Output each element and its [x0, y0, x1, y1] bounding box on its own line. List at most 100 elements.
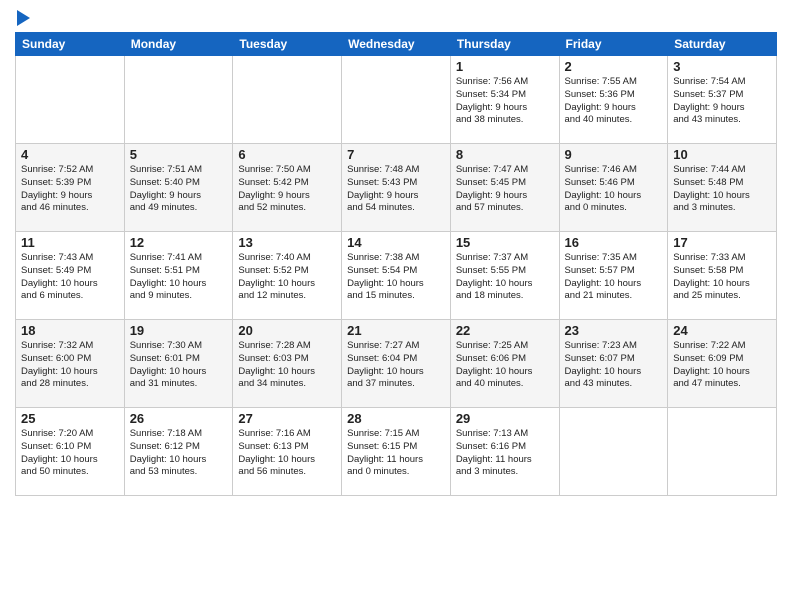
calendar-cell: 20 Sunrise: 7:28 AM Sunset: 6:03 PM Dayli… [233, 320, 342, 408]
cell-date: 19 [130, 323, 228, 338]
cell-date: 6 [238, 147, 336, 162]
calendar-cell [342, 56, 451, 144]
cell-info: Sunrise: 7:44 AM Sunset: 5:48 PM Dayligh… [673, 164, 771, 215]
calendar-cell: 16 Sunrise: 7:35 AM Sunset: 5:57 PM Dayli… [559, 232, 668, 320]
cell-info: Sunrise: 7:35 AM Sunset: 5:57 PM Dayligh… [565, 252, 663, 303]
cell-info: Sunrise: 7:37 AM Sunset: 5:55 PM Dayligh… [456, 252, 554, 303]
calendar-cell: 22Sunrise: 7:25 AM Sunset: 6:06 PM Dayli… [450, 320, 559, 408]
cell-info: Sunrise: 7:33 AM Sunset: 5:58 PM Dayligh… [673, 252, 771, 303]
cell-date: 27 [238, 411, 336, 426]
day-header-saturday: Saturday [668, 33, 777, 56]
cell-date: 7 [347, 147, 445, 162]
cell-date: 9 [565, 147, 663, 162]
calendar-cell: 27 Sunrise: 7:16 AM Sunset: 6:13 PM Dayli… [233, 408, 342, 496]
cell-info: Sunrise: 7:46 AM Sunset: 5:46 PM Dayligh… [565, 164, 663, 215]
cell-info: Sunrise: 7:23 AM Sunset: 6:07 PM Dayligh… [565, 340, 663, 391]
day-header-sunday: Sunday [16, 33, 125, 56]
cell-info: Sunrise: 7:32 AM Sunset: 6:00 PM Dayligh… [21, 340, 119, 391]
calendar-cell: 3 Sunrise: 7:54 AM Sunset: 5:37 PM Daylig… [668, 56, 777, 144]
cell-info: Sunrise: 7:22 AM Sunset: 6:09 PM Dayligh… [673, 340, 771, 391]
day-header-tuesday: Tuesday [233, 33, 342, 56]
cell-date: 15 [456, 235, 554, 250]
calendar-cell: 1 Sunrise: 7:56 AM Sunset: 5:34 PM Daylig… [450, 56, 559, 144]
cell-info: Sunrise: 7:16 AM Sunset: 6:13 PM Dayligh… [238, 428, 336, 479]
cell-date: 11 [21, 235, 119, 250]
cell-info: Sunrise: 7:13 AM Sunset: 6:16 PM Dayligh… [456, 428, 554, 479]
cell-date: 1 [456, 59, 554, 74]
cell-info: Sunrise: 7:28 AM Sunset: 6:03 PM Dayligh… [238, 340, 336, 391]
cell-date: 12 [130, 235, 228, 250]
calendar-cell [559, 408, 668, 496]
week-row-4: 25 Sunrise: 7:20 AM Sunset: 6:10 PM Dayli… [16, 408, 777, 496]
cell-info: Sunrise: 7:56 AM Sunset: 5:34 PM Dayligh… [456, 76, 554, 127]
calendar-cell: 12 Sunrise: 7:41 AM Sunset: 5:51 PM Dayli… [124, 232, 233, 320]
calendar-table: SundayMondayTuesdayWednesdayThursdayFrid… [15, 32, 777, 496]
calendar-cell: 17 Sunrise: 7:33 AM Sunset: 5:58 PM Dayli… [668, 232, 777, 320]
calendar-cell: 25 Sunrise: 7:20 AM Sunset: 6:10 PM Dayli… [16, 408, 125, 496]
cell-info: Sunrise: 7:50 AM Sunset: 5:42 PM Dayligh… [238, 164, 336, 215]
cell-info: Sunrise: 7:54 AM Sunset: 5:37 PM Dayligh… [673, 76, 771, 127]
cell-info: Sunrise: 7:18 AM Sunset: 6:12 PM Dayligh… [130, 428, 228, 479]
calendar-cell: 15 Sunrise: 7:37 AM Sunset: 5:55 PM Dayli… [450, 232, 559, 320]
calendar-cell: 24 Sunrise: 7:22 AM Sunset: 6:09 PM Dayli… [668, 320, 777, 408]
calendar-cell: 4 Sunrise: 7:52 AM Sunset: 5:39 PM Daylig… [16, 144, 125, 232]
logo-icon [17, 10, 30, 26]
cell-date: 23 [565, 323, 663, 338]
cell-date: 5 [130, 147, 228, 162]
cell-info: Sunrise: 7:15 AM Sunset: 6:15 PM Dayligh… [347, 428, 445, 479]
cell-info: Sunrise: 7:40 AM Sunset: 5:52 PM Dayligh… [238, 252, 336, 303]
cell-info: Sunrise: 7:38 AM Sunset: 5:54 PM Dayligh… [347, 252, 445, 303]
calendar-cell: 21Sunrise: 7:27 AM Sunset: 6:04 PM Dayli… [342, 320, 451, 408]
calendar-cell: 11 Sunrise: 7:43 AM Sunset: 5:49 PM Dayli… [16, 232, 125, 320]
cell-date: 13 [238, 235, 336, 250]
calendar-cell [233, 56, 342, 144]
cell-info: Sunrise: 7:30 AM Sunset: 6:01 PM Dayligh… [130, 340, 228, 391]
calendar-cell [16, 56, 125, 144]
day-header-wednesday: Wednesday [342, 33, 451, 56]
calendar-cell: 10 Sunrise: 7:44 AM Sunset: 5:48 PM Dayli… [668, 144, 777, 232]
cell-date: 24 [673, 323, 771, 338]
cell-info: Sunrise: 7:41 AM Sunset: 5:51 PM Dayligh… [130, 252, 228, 303]
cell-date: 28 [347, 411, 445, 426]
week-row-1: 4 Sunrise: 7:52 AM Sunset: 5:39 PM Daylig… [16, 144, 777, 232]
calendar-cell: 23 Sunrise: 7:23 AM Sunset: 6:07 PM Dayli… [559, 320, 668, 408]
calendar-cell: 2 Sunrise: 7:55 AM Sunset: 5:36 PM Daylig… [559, 56, 668, 144]
cell-date: 22 [456, 323, 554, 338]
calendar-cell: 9 Sunrise: 7:46 AM Sunset: 5:46 PM Daylig… [559, 144, 668, 232]
cell-date: 4 [21, 147, 119, 162]
cell-date: 3 [673, 59, 771, 74]
cell-info: Sunrise: 7:47 AM Sunset: 5:45 PM Dayligh… [456, 164, 554, 215]
cell-date: 8 [456, 147, 554, 162]
calendar-cell [668, 408, 777, 496]
cell-date: 16 [565, 235, 663, 250]
calendar-cell: 26 Sunrise: 7:18 AM Sunset: 6:12 PM Dayli… [124, 408, 233, 496]
calendar-cell: 14Sunrise: 7:38 AM Sunset: 5:54 PM Dayli… [342, 232, 451, 320]
cell-date: 10 [673, 147, 771, 162]
calendar-cell: 7 Sunrise: 7:48 AM Sunset: 5:43 PM Daylig… [342, 144, 451, 232]
calendar-cell: 6 Sunrise: 7:50 AM Sunset: 5:42 PM Daylig… [233, 144, 342, 232]
cell-date: 26 [130, 411, 228, 426]
header [15, 10, 777, 26]
cell-date: 17 [673, 235, 771, 250]
cell-date: 20 [238, 323, 336, 338]
cell-info: Sunrise: 7:52 AM Sunset: 5:39 PM Dayligh… [21, 164, 119, 215]
calendar-cell: 29 Sunrise: 7:13 AM Sunset: 6:16 PM Dayli… [450, 408, 559, 496]
week-row-0: 1 Sunrise: 7:56 AM Sunset: 5:34 PM Daylig… [16, 56, 777, 144]
cell-date: 29 [456, 411, 554, 426]
cell-info: Sunrise: 7:48 AM Sunset: 5:43 PM Dayligh… [347, 164, 445, 215]
cell-info: Sunrise: 7:55 AM Sunset: 5:36 PM Dayligh… [565, 76, 663, 127]
calendar-cell: 28 Sunrise: 7:15 AM Sunset: 6:15 PM Dayli… [342, 408, 451, 496]
week-row-2: 11 Sunrise: 7:43 AM Sunset: 5:49 PM Dayli… [16, 232, 777, 320]
week-row-3: 18 Sunrise: 7:32 AM Sunset: 6:00 PM Dayli… [16, 320, 777, 408]
calendar-page: SundayMondayTuesdayWednesdayThursdayFrid… [0, 0, 792, 612]
cell-date: 18 [21, 323, 119, 338]
cell-date: 2 [565, 59, 663, 74]
header-row: SundayMondayTuesdayWednesdayThursdayFrid… [16, 33, 777, 56]
cell-info: Sunrise: 7:20 AM Sunset: 6:10 PM Dayligh… [21, 428, 119, 479]
cell-info: Sunrise: 7:43 AM Sunset: 5:49 PM Dayligh… [21, 252, 119, 303]
calendar-cell: 13 Sunrise: 7:40 AM Sunset: 5:52 PM Dayli… [233, 232, 342, 320]
cell-info: Sunrise: 7:51 AM Sunset: 5:40 PM Dayligh… [130, 164, 228, 215]
cell-date: 25 [21, 411, 119, 426]
day-header-friday: Friday [559, 33, 668, 56]
calendar-cell: 18 Sunrise: 7:32 AM Sunset: 6:00 PM Dayli… [16, 320, 125, 408]
